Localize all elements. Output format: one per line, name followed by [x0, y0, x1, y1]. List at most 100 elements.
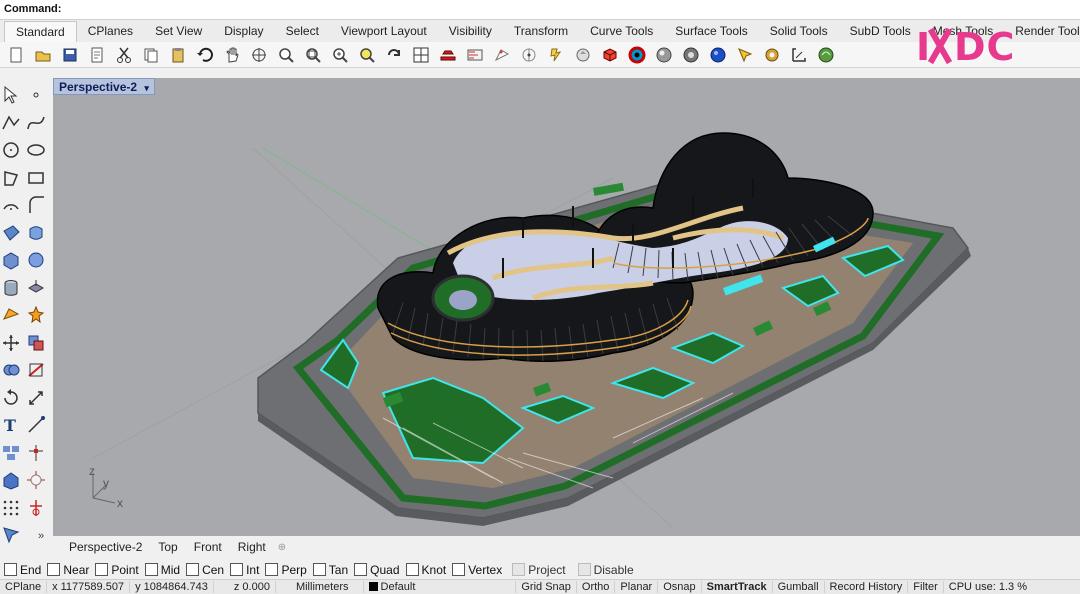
record-history-toggle[interactable]: Record History	[825, 581, 909, 593]
points-icon[interactable]	[517, 44, 540, 66]
tab-set-view[interactable]: Set View	[144, 21, 213, 42]
lightbulb-icon[interactable]	[544, 44, 567, 66]
polyline-icon[interactable]	[0, 112, 22, 134]
save-icon[interactable]	[58, 44, 81, 66]
dimension-icon[interactable]	[25, 414, 47, 436]
osnap-perp[interactable]: Perp	[265, 563, 307, 577]
layer-icon[interactable]	[463, 44, 486, 66]
palette-more-icon[interactable]: »	[38, 530, 44, 542]
osnap-int[interactable]: Int	[230, 563, 259, 577]
undo-icon[interactable]	[193, 44, 216, 66]
osnap-quad-checkbox[interactable]	[354, 563, 368, 576]
rectangle-icon[interactable]	[25, 167, 47, 189]
select-arrow-icon[interactable]	[0, 84, 22, 106]
osnap-tan-checkbox[interactable]	[312, 563, 326, 576]
fillet-icon[interactable]	[25, 194, 47, 216]
osnap-end[interactable]: End	[4, 563, 41, 577]
paste-icon[interactable]	[166, 44, 189, 66]
tab-cplanes[interactable]: CPlanes	[77, 21, 144, 42]
osnap-quad[interactable]: Quad	[354, 563, 400, 577]
cylinder-icon[interactable]	[0, 277, 22, 299]
zoom-extents-icon[interactable]	[328, 44, 351, 66]
scale-icon[interactable]	[25, 387, 47, 409]
tab-curve-tools[interactable]: Curve Tools	[579, 21, 664, 42]
circle-icon[interactable]	[0, 139, 22, 161]
grasshopper-icon[interactable]	[787, 44, 810, 66]
osnap-tan[interactable]: Tan	[312, 563, 348, 577]
osnap-point-checkbox[interactable]	[95, 563, 109, 576]
osnap-disable[interactable]: Disable	[577, 563, 634, 577]
status-layer[interactable]: Default	[364, 581, 517, 593]
shaded-icon[interactable]	[571, 44, 594, 66]
select-filter-icon[interactable]	[706, 44, 729, 66]
zoom-window-icon[interactable]	[301, 44, 324, 66]
move-icon[interactable]	[0, 332, 22, 354]
model-scene[interactable]: z y x	[53, 78, 1080, 536]
mesh-icon[interactable]	[0, 304, 22, 326]
ellipse-icon[interactable]	[25, 139, 47, 161]
arc-icon[interactable]	[0, 194, 22, 216]
osnap-knot[interactable]: Knot	[405, 563, 446, 577]
tab-subd-tools[interactable]: SubD Tools	[839, 21, 922, 42]
osnap-disable-checkbox[interactable]	[577, 563, 591, 576]
car-icon[interactable]	[436, 44, 459, 66]
surface-icon[interactable]	[0, 222, 22, 244]
drafting-icon[interactable]	[0, 524, 22, 546]
filter-toggle[interactable]: Filter	[908, 581, 944, 593]
polygon-icon[interactable]	[0, 167, 22, 189]
text-icon[interactable]: T	[0, 414, 22, 436]
zoom-selected-icon[interactable]	[355, 44, 378, 66]
group-icon[interactable]	[0, 442, 22, 464]
gumball-toggle[interactable]: Gumball	[773, 581, 825, 593]
tab-display[interactable]: Display	[213, 21, 274, 42]
add-view-tab-icon[interactable]: ⊕	[274, 542, 286, 553]
loft-icon[interactable]	[25, 222, 47, 244]
blue-sphere-icon[interactable]	[679, 44, 702, 66]
analyze-icon[interactable]	[25, 497, 47, 519]
osnap-mid[interactable]: Mid	[144, 563, 180, 577]
rendered-sphere-icon[interactable]	[652, 44, 675, 66]
osnap-cen-checkbox[interactable]	[186, 563, 200, 576]
extrude-icon[interactable]	[25, 277, 47, 299]
grid-snap-toggle[interactable]: Grid Snap	[516, 581, 577, 593]
tab-standard[interactable]: Standard	[4, 21, 77, 42]
sphere-shaded-icon[interactable]	[625, 44, 648, 66]
dimension-icon[interactable]	[760, 44, 783, 66]
boolean-icon[interactable]	[0, 359, 22, 381]
tab-surface-tools[interactable]: Surface Tools	[664, 21, 759, 42]
osnap-near-checkbox[interactable]	[47, 563, 61, 576]
osnap-project-checkbox[interactable]	[512, 563, 526, 576]
smarttrack-toggle[interactable]: SmartTrack	[702, 581, 773, 593]
view-tab-top[interactable]: Top	[150, 540, 185, 554]
view-tab-right[interactable]: Right	[230, 540, 274, 554]
viewport-menu-arrow-icon[interactable]: ▾	[144, 83, 149, 93]
redraw-icon[interactable]	[382, 44, 405, 66]
block-icon[interactable]	[0, 469, 22, 491]
viewport-perspective[interactable]: z y x Perspective-2 ▾	[53, 78, 1080, 536]
osnap-point[interactable]: Point	[95, 563, 139, 577]
osnap-int-checkbox[interactable]	[230, 563, 244, 576]
osnap-perp-checkbox[interactable]	[265, 563, 279, 576]
planar-toggle[interactable]: Planar	[615, 581, 659, 593]
tab-visibility[interactable]: Visibility	[438, 21, 503, 42]
help-icon[interactable]	[814, 44, 837, 66]
osnap-end-checkbox[interactable]	[4, 563, 17, 576]
gear-settings-icon[interactable]	[733, 44, 756, 66]
array-icon[interactable]	[25, 442, 47, 464]
osnap-toggle[interactable]: Osnap	[658, 581, 702, 593]
split-icon[interactable]	[25, 359, 47, 381]
osnap-vertex-checkbox[interactable]	[452, 563, 466, 576]
cut-icon[interactable]	[112, 44, 135, 66]
print-icon[interactable]	[85, 44, 108, 66]
copy-object-icon[interactable]	[25, 332, 47, 354]
copy-icon[interactable]	[139, 44, 162, 66]
tab-viewport-layout[interactable]: Viewport Layout	[330, 21, 438, 42]
color-wheel-icon[interactable]	[598, 44, 621, 66]
ortho-toggle[interactable]: Ortho	[577, 581, 616, 593]
four-viewports-icon[interactable]	[409, 44, 432, 66]
osnap-mid-checkbox[interactable]	[144, 563, 158, 576]
rotate-view-icon[interactable]	[247, 44, 270, 66]
status-units[interactable]: Millimeters	[276, 581, 364, 593]
explode-icon[interactable]	[25, 304, 47, 326]
tab-transform[interactable]: Transform	[503, 21, 579, 42]
